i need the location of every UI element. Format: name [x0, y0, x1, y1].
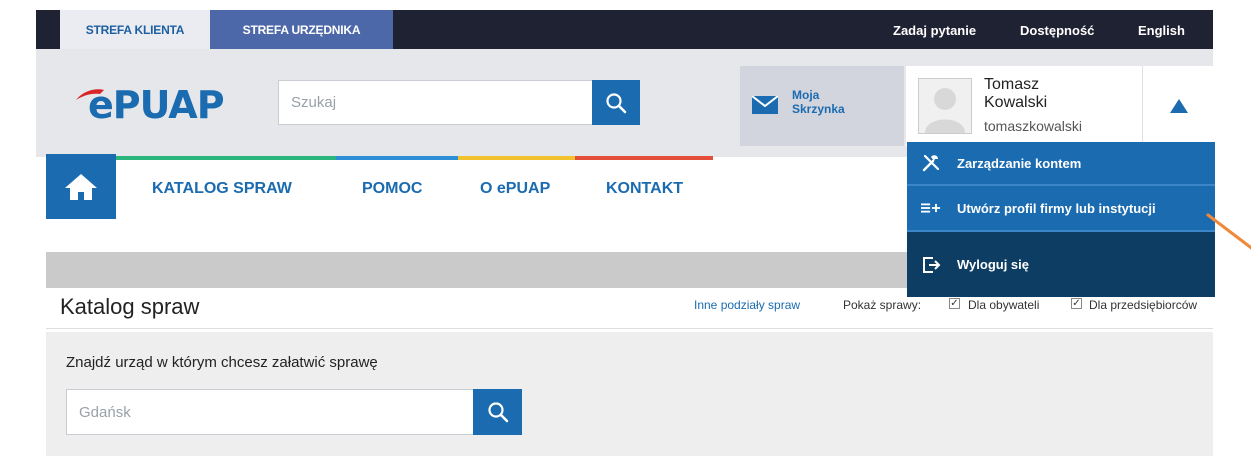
menu-item-label: Wyloguj się	[957, 257, 1029, 272]
page: STREFA KLIENTA STREFA URZĘDNIKA Zadaj py…	[0, 0, 1251, 456]
office-search-label: Znajdź urząd w którym chcesz załatwić sp…	[66, 354, 378, 371]
office-search-input[interactable]: Gdańsk	[66, 389, 522, 435]
menu-item-label: Utwórz profil firmy lub instytucji	[957, 200, 1156, 216]
triangle-up-icon	[1169, 99, 1188, 113]
search-icon	[606, 92, 627, 113]
epuap-logo[interactable]: ePUAP	[74, 80, 254, 127]
tab-strefa-klienta[interactable]: STREFA KLIENTA	[60, 10, 210, 49]
home-button[interactable]	[46, 154, 116, 219]
search-icon	[487, 402, 508, 423]
search-box[interactable]: Szukaj	[278, 80, 640, 125]
office-search-value: Gdańsk	[79, 404, 131, 421]
page-title: Katalog spraw	[60, 294, 200, 319]
user-silhouette-icon	[925, 88, 965, 133]
other-divisions-link[interactable]: Inne podziały spraw	[694, 298, 800, 312]
nav-pomoc[interactable]: POMOC	[362, 180, 422, 198]
user-menu-dropdown: Zarządzanie kontem Utwórz profil firmy l…	[907, 142, 1215, 297]
envelope-icon	[752, 96, 778, 114]
nav-color-stripes	[116, 156, 713, 160]
nav-o-epuap[interactable]: O ePUAP	[480, 180, 550, 198]
menu-item-account[interactable]: Zarządzanie kontem	[907, 142, 1215, 184]
mailbox-label: Moja Skrzynka	[792, 88, 845, 116]
mailbox-button[interactable]: Moja Skrzynka	[740, 66, 904, 146]
show-cases-label: Pokaż sprawy:	[843, 298, 922, 312]
avatar	[918, 78, 972, 134]
nav-katalog-spraw[interactable]: KATALOG SPRAW	[152, 180, 292, 198]
logo-text: ePUAP	[88, 83, 224, 122]
nav-kontakt[interactable]: KONTAKT	[606, 180, 683, 198]
user-panel[interactable]: Tomasz Kowalski tomaszkowalski	[906, 66, 1214, 146]
menu-item-label: Zarządzanie kontem	[957, 155, 1082, 171]
tools-icon	[921, 153, 941, 173]
menu-item-logout[interactable]: Wyloguj się	[907, 232, 1215, 297]
filter-obywatele-checkbox[interactable]: ✓	[949, 298, 960, 309]
filter-obywatele-label: Dla obywateli	[968, 298, 1040, 312]
user-menu-toggle[interactable]	[1142, 66, 1214, 146]
logout-icon	[921, 255, 941, 275]
tab-strefa-urzednika[interactable]: STREFA URZĘDNIKA	[210, 10, 393, 49]
list-add-icon	[921, 201, 941, 215]
annotation-arrow-icon	[1206, 213, 1251, 250]
link-dostepnosc[interactable]: Dostępność	[1020, 10, 1094, 49]
user-full-name: Tomasz Kowalski	[984, 76, 1048, 111]
link-zadaj-pytanie[interactable]: Zadaj pytanie	[893, 10, 976, 49]
home-icon	[65, 173, 97, 200]
search-placeholder: Szukaj	[291, 94, 337, 111]
menu-item-create-profile[interactable]: Utwórz profil firmy lub instytucji	[907, 186, 1215, 230]
top-bar: STREFA KLIENTA STREFA URZĘDNIKA Zadaj py…	[36, 10, 1213, 49]
user-login: tomaszkowalski	[984, 118, 1083, 134]
link-english[interactable]: English	[1138, 10, 1185, 49]
filter-przedsiebiorcy-label: Dla przedsiębiorców	[1089, 298, 1198, 312]
filter-przedsiebiorcy-checkbox[interactable]: ✓	[1071, 298, 1082, 309]
office-search-button[interactable]	[473, 389, 522, 435]
search-button[interactable]	[592, 80, 640, 125]
divider	[46, 328, 1213, 329]
